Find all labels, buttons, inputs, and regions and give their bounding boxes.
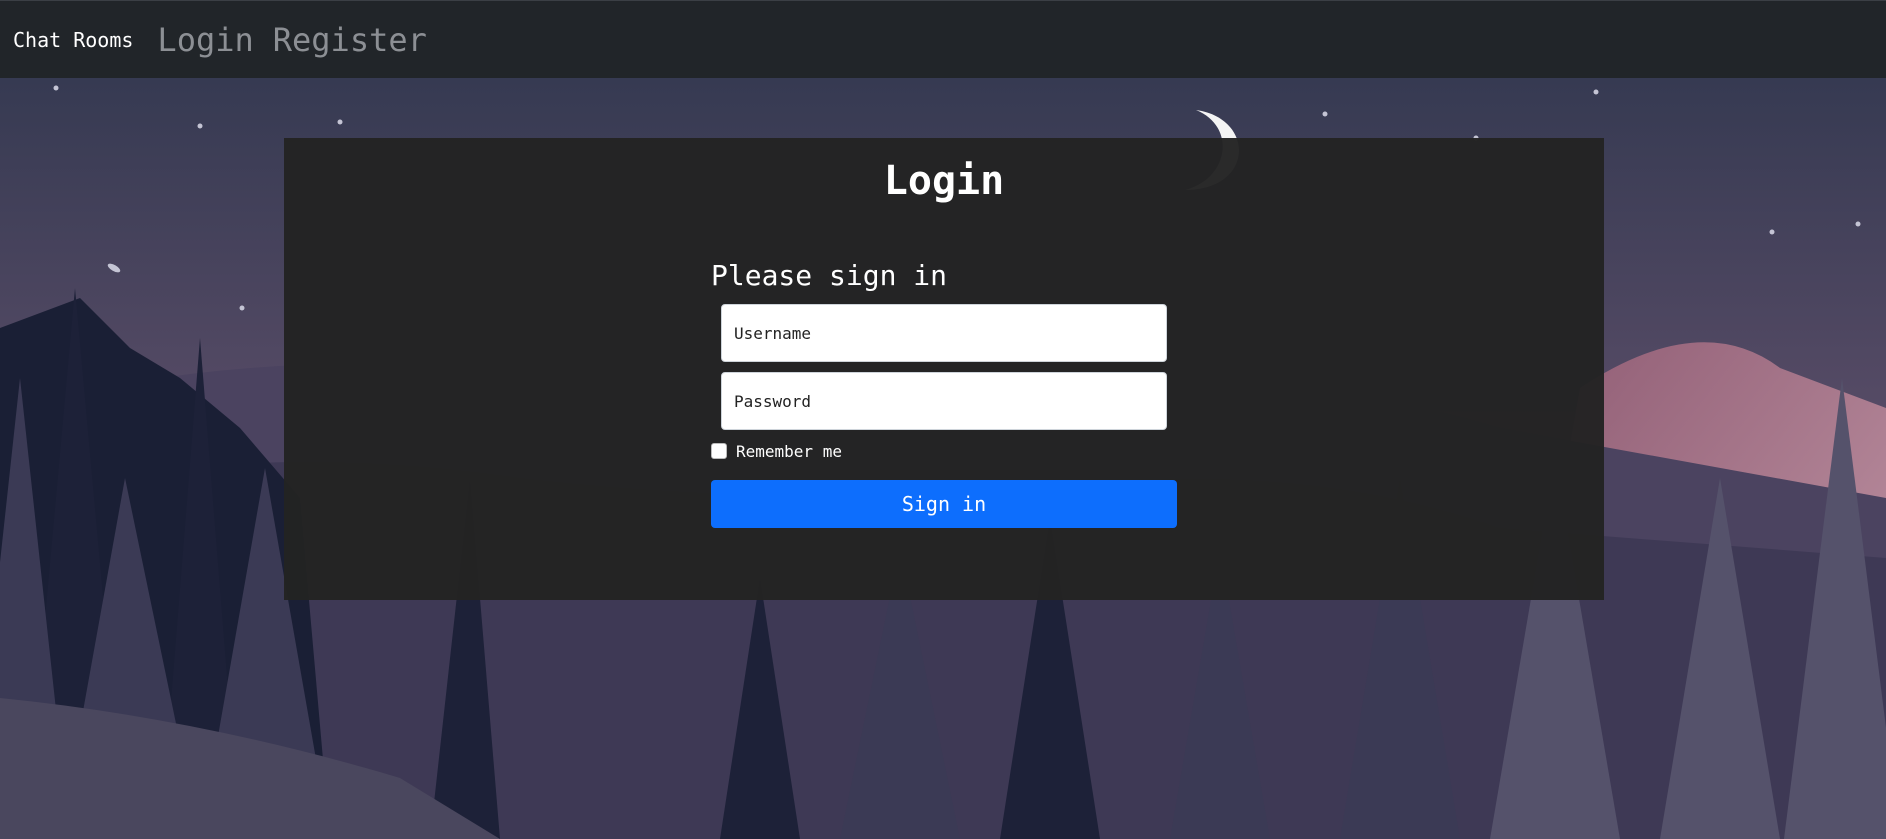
signin-button[interactable]: Sign in — [711, 480, 1177, 528]
top-navbar: Chat Rooms Login Register — [0, 0, 1886, 78]
remember-me-checkbox[interactable] — [711, 443, 727, 459]
nav-login-link[interactable]: Login — [157, 21, 253, 59]
brand-link[interactable]: Chat Rooms — [13, 28, 133, 52]
remember-me-row: Remember me — [711, 440, 1177, 462]
nav-register-link[interactable]: Register — [273, 21, 427, 59]
signin-form: Please sign in Remember me Sign in — [711, 256, 1177, 528]
remember-me-label: Remember me — [736, 441, 842, 461]
username-input[interactable] — [721, 304, 1167, 362]
login-panel: Login Please sign in Remember me Sign in — [284, 138, 1604, 600]
form-heading: Please sign in — [711, 259, 948, 292]
password-input[interactable] — [721, 372, 1167, 430]
page-title: Login — [883, 158, 1005, 204]
